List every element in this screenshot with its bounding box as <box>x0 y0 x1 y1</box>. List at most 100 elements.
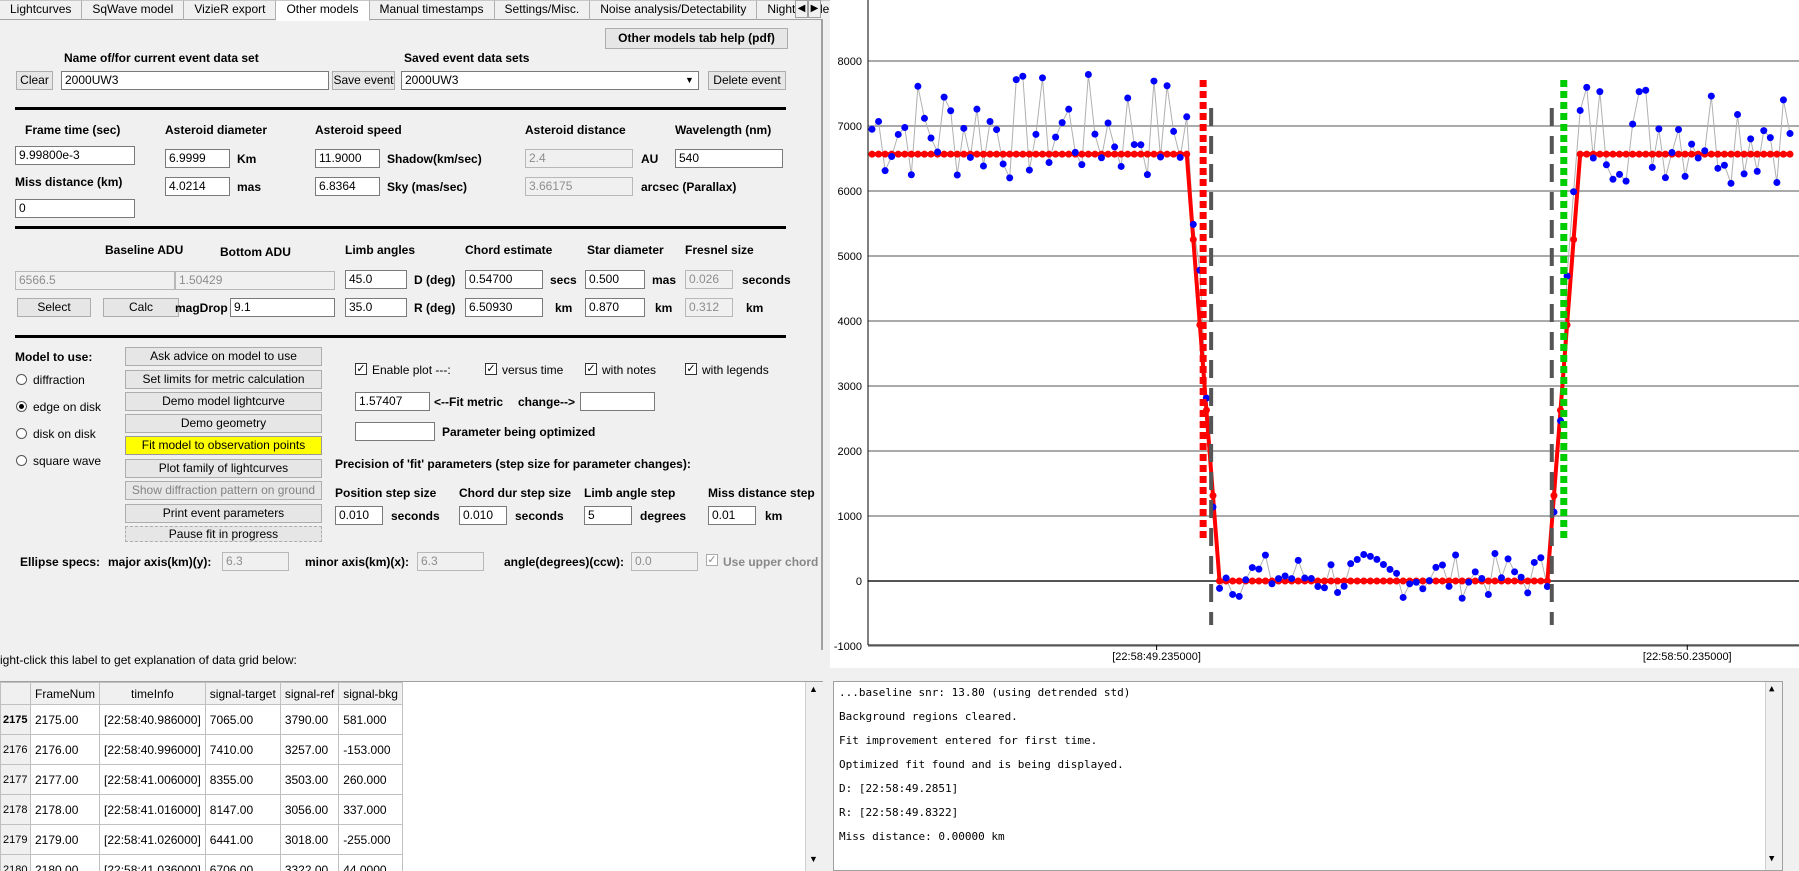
table-cell[interactable]: 3056.00 <box>279 794 340 825</box>
table-cell[interactable]: 6441.00 <box>204 824 281 855</box>
wavelength-input[interactable]: 540 <box>675 149 783 168</box>
chord-secs-input[interactable]: 0.54700 <box>465 270 543 289</box>
calc-button[interactable]: Calc <box>103 298 179 317</box>
chord-step-input[interactable]: 0.010 <box>459 506 507 525</box>
fit-model-button[interactable]: Fit model to observation points <box>125 436 322 455</box>
table-cell[interactable]: 8147.00 <box>204 794 281 825</box>
set-limits-button[interactable]: Set limits for metric calculation <box>125 370 322 389</box>
limb-step-input[interactable]: 5 <box>584 506 632 525</box>
miss-step-input[interactable]: 0.01 <box>708 506 756 525</box>
saved-sets-combo[interactable]: 2000UW3 ▼ <box>401 71 699 90</box>
tab-other-models[interactable]: Other models <box>276 0 370 21</box>
tab-manual-timestamps[interactable]: Manual timestamps <box>369 0 495 20</box>
table-cell[interactable]: 2178.00 <box>29 794 101 825</box>
delete-event-button[interactable]: Delete event <box>708 71 786 90</box>
table-cell[interactable]: [22:58:41.036000] <box>99 854 206 871</box>
table-cell[interactable]: 3503.00 <box>279 764 340 795</box>
table-cell[interactable]: 7410.00 <box>204 734 281 765</box>
table-cell[interactable]: 3322.00 <box>279 854 340 871</box>
param-optimized-input[interactable] <box>355 422 435 441</box>
row-header[interactable]: 2180 <box>0 854 31 871</box>
change-input[interactable] <box>580 392 655 411</box>
radio-square-wave[interactable] <box>16 455 27 466</box>
tab-sqwave-model[interactable]: SqWave model <box>82 0 185 20</box>
data-grid[interactable]: FrameNum timeInfo signal-target signal-ref s… <box>0 681 823 871</box>
enable-plot-checkbox[interactable]: ✓ <box>355 363 367 375</box>
scroll-up-icon[interactable]: ▲ <box>1769 684 1774 694</box>
column-header[interactable]: signal-ref <box>279 682 340 705</box>
column-header[interactable]: timeInfo <box>99 682 206 705</box>
scroll-down-icon[interactable]: ▼ <box>1769 854 1774 864</box>
frame-time-input[interactable]: 9.99800e-3 <box>15 146 135 165</box>
table-cell[interactable]: 2176.00 <box>29 734 101 765</box>
table-row[interactable]: 2180 2180.00 [22:58:41.036000] 6706.00 3322.… <box>0 854 403 871</box>
log-scrollbar[interactable]: ▲ ▼ <box>1765 682 1782 870</box>
table-row[interactable]: 2175 2175.00 [22:58:40.986000] 7065.00 3790.… <box>0 704 403 735</box>
grid-explanation-label[interactable]: ight-click this label to get explanation… <box>0 651 823 669</box>
versus-time-checkbox[interactable]: ✓ <box>485 363 497 375</box>
table-cell[interactable]: 8355.00 <box>204 764 281 795</box>
tab-noise-analysis-detectability[interactable]: Noise analysis/Detectability <box>590 0 758 20</box>
table-cell[interactable]: 6706.00 <box>204 854 281 871</box>
chord-km-input[interactable]: 6.50930 <box>465 298 543 317</box>
limb-d-input[interactable]: 45.0 <box>345 270 407 289</box>
fit-metric-input[interactable]: 1.57407 <box>355 392 430 411</box>
column-header[interactable]: FrameNum <box>29 682 101 705</box>
select-button[interactable]: Select <box>17 298 91 317</box>
table-cell[interactable]: [22:58:40.996000] <box>99 734 206 765</box>
table-cell[interactable]: 2177.00 <box>29 764 101 795</box>
table-cell[interactable]: [22:58:41.006000] <box>99 764 206 795</box>
star-km-input[interactable]: 0.870 <box>585 298 645 317</box>
radio-edge-on-disk[interactable] <box>16 401 27 412</box>
table-cell[interactable]: [22:58:40.986000] <box>99 704 206 735</box>
star-mas-input[interactable]: 0.500 <box>585 270 645 289</box>
shadow-speed-input[interactable]: 11.9000 <box>315 149 380 168</box>
lightcurve-plot[interactable]: -1000 0 1000 2000 3000 4000 5000 6000 7000 8000 [2… <box>830 0 1799 668</box>
miss-distance-input[interactable]: 0 <box>15 199 135 218</box>
table-cell[interactable]: -255.000 <box>338 824 403 855</box>
radio-diffraction[interactable] <box>16 374 27 385</box>
scroll-up-icon[interactable]: ▲ <box>809 684 818 694</box>
table-cell[interactable]: 2175.00 <box>29 704 101 735</box>
demo-geometry-button[interactable]: Demo geometry <box>125 414 322 433</box>
table-cell[interactable]: -153.000 <box>338 734 403 765</box>
asteroid-diameter-mas-input[interactable]: 4.0214 <box>165 177 230 196</box>
print-params-button[interactable]: Print event parameters <box>125 504 322 523</box>
row-header[interactable]: 2175 <box>0 704 31 735</box>
with-notes-checkbox[interactable]: ✓ <box>585 363 597 375</box>
plot-family-button[interactable]: Plot family of lightcurves <box>125 459 322 478</box>
tab-vizier-export[interactable]: VizieR export <box>184 0 277 20</box>
table-cell[interactable]: 3018.00 <box>279 824 340 855</box>
show-diffraction-button[interactable]: Show diffraction pattern on ground <box>125 481 322 500</box>
log-panel[interactable]: ...baseline snr: 13.80 (using detrended … <box>833 681 1783 871</box>
table-cell[interactable]: 44.0000 <box>338 854 403 871</box>
help-button[interactable]: Other models tab help (pdf) <box>605 28 788 49</box>
tab-left-arrow[interactable]: ◀ <box>795 0 808 18</box>
table-row[interactable]: 2178 2178.00 [22:58:41.016000] 8147.00 3056.… <box>0 794 403 825</box>
scroll-down-icon[interactable]: ▼ <box>809 854 818 864</box>
demo-lightcurve-button[interactable]: Demo model lightcurve <box>125 392 322 411</box>
table-cell[interactable]: 260.000 <box>338 764 403 795</box>
table-cell[interactable]: 3790.00 <box>279 704 340 735</box>
save-event-button[interactable]: Save event <box>332 71 395 90</box>
column-header[interactable]: signal-bkg <box>338 682 403 705</box>
sky-speed-input[interactable]: 6.8364 <box>315 177 380 196</box>
row-header[interactable]: 2178 <box>0 794 31 825</box>
table-cell[interactable]: 3257.00 <box>279 734 340 765</box>
row-header[interactable]: 2176 <box>0 734 31 765</box>
table-cell[interactable]: 7065.00 <box>204 704 281 735</box>
limb-r-input[interactable]: 35.0 <box>345 298 407 317</box>
table-cell[interactable]: 581.000 <box>338 704 403 735</box>
radio-disk-on-disk[interactable] <box>16 428 27 439</box>
data-table[interactable]: FrameNum timeInfo signal-target signal-ref s… <box>0 682 403 871</box>
event-name-input[interactable]: 2000UW3 <box>61 71 329 90</box>
magdrop-input[interactable]: 9.1 <box>230 298 335 317</box>
pos-step-input[interactable]: 0.010 <box>335 506 383 525</box>
grid-scrollbar[interactable]: ▲ ▼ <box>805 682 823 871</box>
clear-button[interactable]: Clear <box>16 71 53 90</box>
pause-fit-button[interactable]: Pause fit in progress <box>125 526 322 542</box>
column-header[interactable]: signal-target <box>204 682 281 705</box>
table-cell[interactable]: 2180.00 <box>29 854 101 871</box>
lightcurve-chart[interactable]: -1000 0 1000 2000 3000 4000 5000 6000 7000 8000 [2… <box>830 0 1799 668</box>
with-legends-checkbox[interactable]: ✓ <box>685 363 697 375</box>
